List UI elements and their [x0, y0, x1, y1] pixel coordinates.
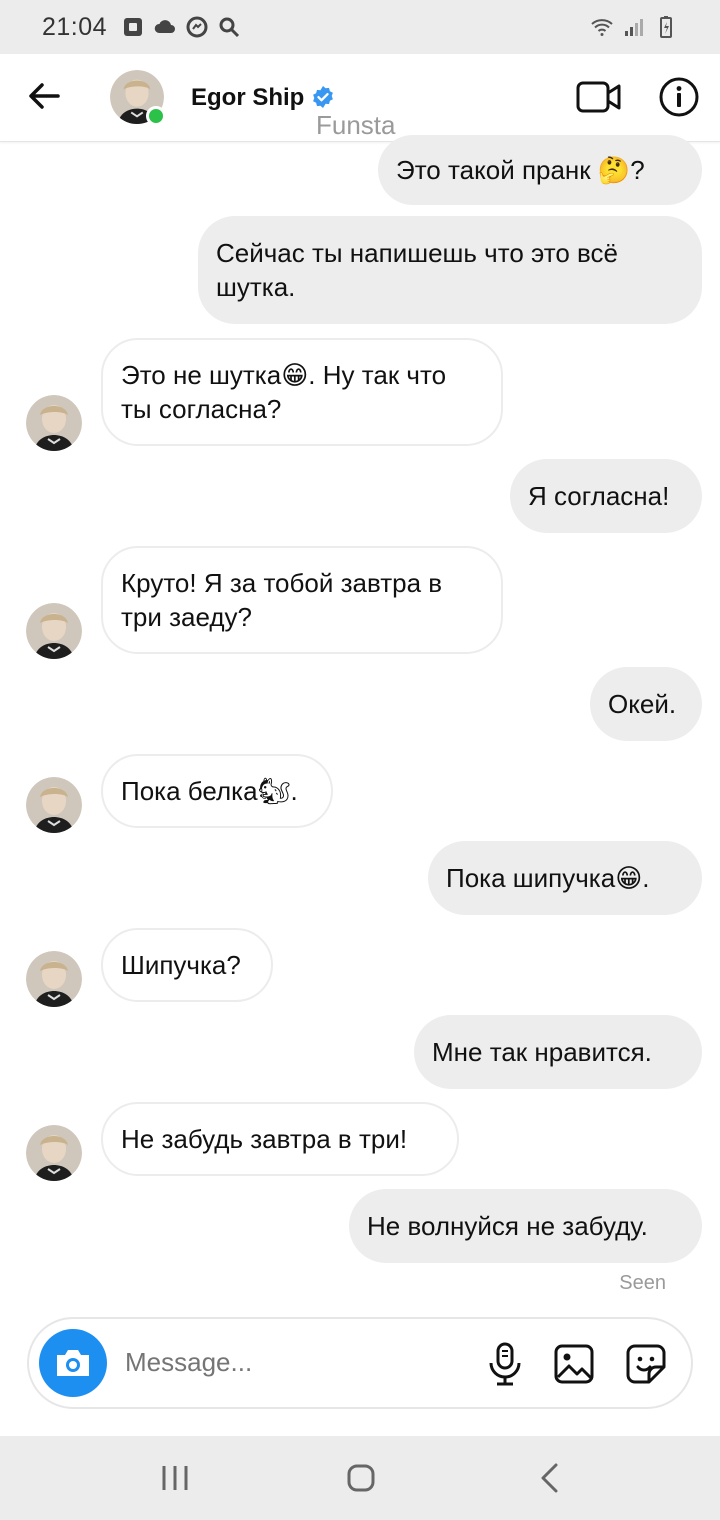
avatar-image [26, 603, 82, 659]
info-icon[interactable] [658, 76, 700, 118]
video-call-icon[interactable] [576, 78, 622, 116]
system-navigation-bar [0, 1436, 720, 1520]
status-time: 21:04 [42, 12, 108, 41]
sender-avatar[interactable] [26, 603, 82, 659]
verified-badge-icon [313, 86, 333, 108]
sent-message[interactable]: Я согласна! [510, 459, 702, 533]
signal-icon [625, 19, 643, 36]
message-text: Не волнуйся не забуду. [367, 1211, 648, 1241]
status-bar: 21:04 [0, 0, 720, 54]
camera-button[interactable] [39, 1329, 107, 1397]
messenger-notification-icon [186, 16, 208, 38]
sender-avatar[interactable] [26, 777, 82, 833]
message-text: Пока шипучка😁. [446, 863, 650, 893]
wifi-icon [591, 19, 613, 36]
message-thread: Это такой пранк 🤔? Сейчас ты напишешь чт… [0, 135, 720, 1311]
online-status-dot [146, 106, 166, 126]
gallery-notification-icon [124, 18, 143, 36]
message-text: Это такой пранк 🤔? [396, 155, 645, 185]
avatar-image [26, 777, 82, 833]
avatar-image [26, 1125, 82, 1181]
sent-message[interactable]: Не волнуйся не забуду. [349, 1189, 702, 1263]
sender-avatar[interactable] [26, 1125, 82, 1181]
received-message[interactable]: Это не шутка😁. Ну так что ты согласна? [101, 338, 503, 446]
contact-name[interactable]: Egor Ship [191, 84, 304, 112]
microphone-icon[interactable] [485, 1341, 525, 1387]
recent-apps-icon[interactable] [160, 1464, 190, 1492]
sticker-icon[interactable] [625, 1343, 667, 1385]
message-text: Окей. [608, 689, 677, 719]
message-text: Не забудь завтра в три! [121, 1124, 408, 1154]
message-text: Я согласна! [528, 481, 670, 511]
seen-indicator: Seen [619, 1272, 666, 1294]
back-arrow-icon[interactable] [24, 76, 64, 116]
avatar-image [26, 951, 82, 1007]
message-text: Сейчас ты напишешь что это всё шутка. [216, 238, 618, 302]
message-text: Шипучка? [121, 950, 241, 980]
received-message[interactable]: Не забудь завтра в три! [101, 1102, 459, 1176]
message-input[interactable] [125, 1347, 455, 1378]
message-text: Пока белка🐿. [121, 776, 298, 806]
camera-icon [57, 1350, 89, 1376]
sender-avatar[interactable] [26, 951, 82, 1007]
back-nav-icon[interactable] [538, 1462, 560, 1494]
received-message[interactable]: Пока белка🐿. [101, 754, 333, 828]
gallery-icon[interactable] [553, 1343, 595, 1385]
sent-message[interactable]: Это такой пранк 🤔? [378, 135, 702, 205]
cloud-icon [154, 20, 176, 33]
battery-icon [660, 16, 672, 38]
watermark-subtitle: Funsta [316, 110, 396, 140]
sent-message[interactable]: Окей. [590, 667, 702, 741]
message-text: Мне так нравится. [432, 1037, 652, 1067]
chat-header: Egor Ship Funsta [0, 54, 720, 142]
search-notification-icon [219, 17, 240, 38]
message-text: Круто! Я за тобой завтра в три заеду? [121, 568, 443, 632]
sender-avatar[interactable] [26, 395, 82, 451]
sent-message[interactable]: Пока шипучка😁. [428, 841, 702, 915]
avatar-image [26, 395, 82, 451]
message-composer [27, 1317, 693, 1409]
received-message[interactable]: Шипучка? [101, 928, 273, 1002]
received-message[interactable]: Круто! Я за тобой завтра в три заеду? [101, 546, 503, 654]
home-icon[interactable] [346, 1463, 376, 1493]
sent-message[interactable]: Мне так нравится. [414, 1015, 702, 1089]
message-text: Это не шутка😁. Ну так что ты согласна? [121, 360, 447, 424]
sent-message[interactable]: Сейчас ты напишешь что это всё шутка. [198, 216, 702, 324]
